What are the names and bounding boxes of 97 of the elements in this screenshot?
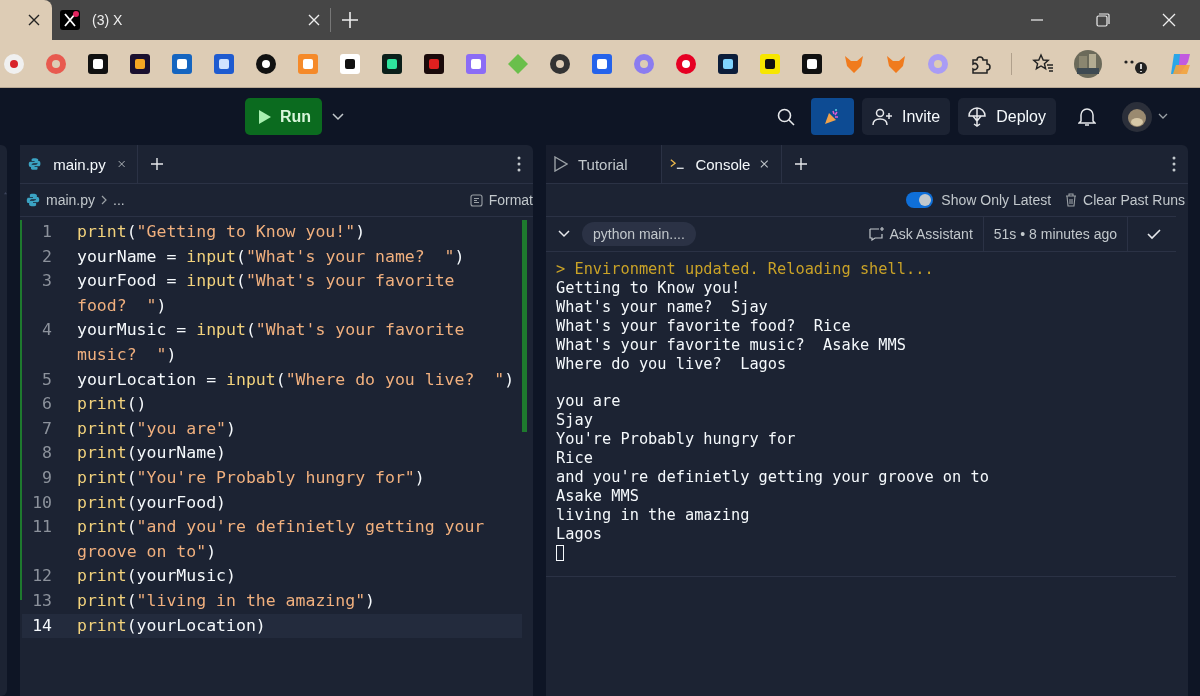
console-line: You're Probably hungry for [556, 430, 797, 450]
extension-icon[interactable] [549, 52, 571, 75]
console-line: Where do you live? Lagos [556, 354, 788, 374]
play-outline-icon [554, 156, 568, 172]
line-number: 9 [41, 466, 53, 489]
code-line: print("You're Probably hungry for") [77, 466, 425, 489]
extension-icon[interactable] [255, 52, 277, 75]
code-line: print("living in the amazing") [77, 589, 376, 612]
line-number: 2 [41, 245, 53, 268]
console-line: > Environment updated. Reloading shell... [556, 260, 935, 279]
console-line: living in the amazing [556, 505, 751, 525]
python-icon [26, 193, 40, 207]
breadcrumb-file[interactable]: main.py [46, 192, 96, 208]
console-line: and you're definietly getting your groove on to [556, 467, 990, 487]
terminal-icon [670, 157, 686, 171]
format-icon [469, 193, 483, 207]
line-number: 11 [31, 516, 53, 539]
code-line: yourLocation = input("Where do you live? ") [77, 368, 515, 391]
new-tab-icon[interactable] [341, 11, 359, 29]
caret-icon[interactable] [332, 112, 345, 121]
extension-icon[interactable] [381, 52, 403, 75]
add-person-icon [871, 107, 892, 126]
command-chip: python main.... [582, 222, 696, 246]
line-number: 3 [41, 270, 53, 293]
console-line: you are [556, 392, 622, 412]
chat-sparkle-icon [868, 227, 885, 241]
console-line: What's your favorite music? Asake MMS [556, 335, 907, 355]
text-cursor [556, 545, 564, 561]
checkmark-icon [1147, 228, 1161, 240]
extension-icon[interactable] [423, 52, 445, 75]
code-line: print() [77, 393, 147, 416]
console-line: Asake MMS [556, 486, 640, 506]
parachute-icon [968, 106, 987, 127]
code-line: print(yourMusic) [77, 565, 236, 588]
deploy-button[interactable]: Deploy [958, 98, 1056, 135]
console-line: What's your favorite food? Rice [556, 316, 852, 336]
file-tab[interactable]: main.py [20, 145, 138, 183]
code-line: print("Getting to Know you!") [77, 221, 366, 243]
play-icon [258, 108, 272, 125]
python-icon [28, 155, 42, 173]
invite-button[interactable]: Invite [861, 98, 951, 135]
console-line: Rice [556, 449, 594, 468]
code-line: yourMusic = input("What's your favorite music? ") [77, 319, 465, 366]
line-number: 7 [41, 417, 53, 440]
code-line: print("and you're definietly getting your groove on to") [77, 516, 485, 563]
breadcrumb-more[interactable]: ... [113, 192, 125, 208]
code-line: print(yourLocation) [77, 614, 266, 637]
panel-tab[interactable]: Tutorial [546, 145, 662, 183]
more-options-icon[interactable] [517, 156, 521, 172]
line-number: 13 [31, 589, 53, 612]
format-button[interactable]: Format [469, 192, 533, 208]
line-number: 8 [41, 442, 53, 465]
avatar-icon[interactable] [1122, 101, 1152, 132]
chevron-icon [101, 195, 108, 205]
console-line: Lagos [556, 524, 604, 544]
console-line: What's your name? Sjay [556, 297, 769, 317]
console-line: Getting to Know you! [556, 278, 742, 298]
line-number: 5 [41, 368, 53, 391]
code-line: yourFood = input("What's your favorite food? ") [77, 270, 455, 317]
extension-icon[interactable] [801, 52, 823, 75]
line-number: 12 [31, 565, 53, 588]
celebration-button[interactable] [810, 98, 854, 135]
extension-icon[interactable] [129, 52, 151, 75]
close-icon[interactable] [28, 14, 40, 26]
line-number: 10 [31, 491, 53, 514]
code-line: print("you are") [77, 417, 236, 440]
console-line: Sjay [556, 411, 594, 431]
line-number: 6 [41, 393, 53, 416]
restore-icon[interactable] [1096, 13, 1110, 27]
extension-icon[interactable] [87, 52, 109, 75]
add-tab-icon[interactable] [795, 158, 807, 170]
code-line: print(yourFood) [77, 491, 227, 514]
profile-icon[interactable] [1074, 49, 1102, 78]
line-number: 4 [41, 319, 53, 342]
extension-icon[interactable] [759, 52, 781, 75]
code-line: yourName = input("What's your name? ") [77, 245, 465, 268]
toggle-label: Show Only Latest [941, 192, 1052, 208]
run-button[interactable]: Run [245, 98, 323, 135]
tab-title: (3) X [92, 12, 124, 28]
caret-icon[interactable] [1158, 113, 1168, 120]
extension-icon[interactable] [717, 52, 739, 75]
code-line: print(yourName) [77, 442, 227, 465]
favorites-icon[interactable] [1032, 52, 1054, 75]
chevron-down-icon[interactable] [558, 230, 570, 238]
x-logo-icon [60, 10, 80, 30]
run-time: 51s • 8 minutes ago [983, 217, 1128, 251]
trash-icon [1065, 193, 1078, 207]
line-number: 14 [31, 614, 53, 637]
clear-runs-button[interactable]: Clear Past Runs [1065, 192, 1185, 208]
extension-icon[interactable] [339, 52, 361, 75]
ask-assistant-button[interactable]: Ask Assistant [858, 217, 984, 251]
add-tab-icon[interactable] [151, 158, 163, 170]
more-options-icon[interactable] [1172, 156, 1176, 172]
toggle-switch[interactable] [906, 192, 934, 208]
bell-icon[interactable] [1078, 106, 1096, 127]
line-number: 1 [41, 221, 53, 243]
search-icon[interactable] [776, 107, 795, 126]
